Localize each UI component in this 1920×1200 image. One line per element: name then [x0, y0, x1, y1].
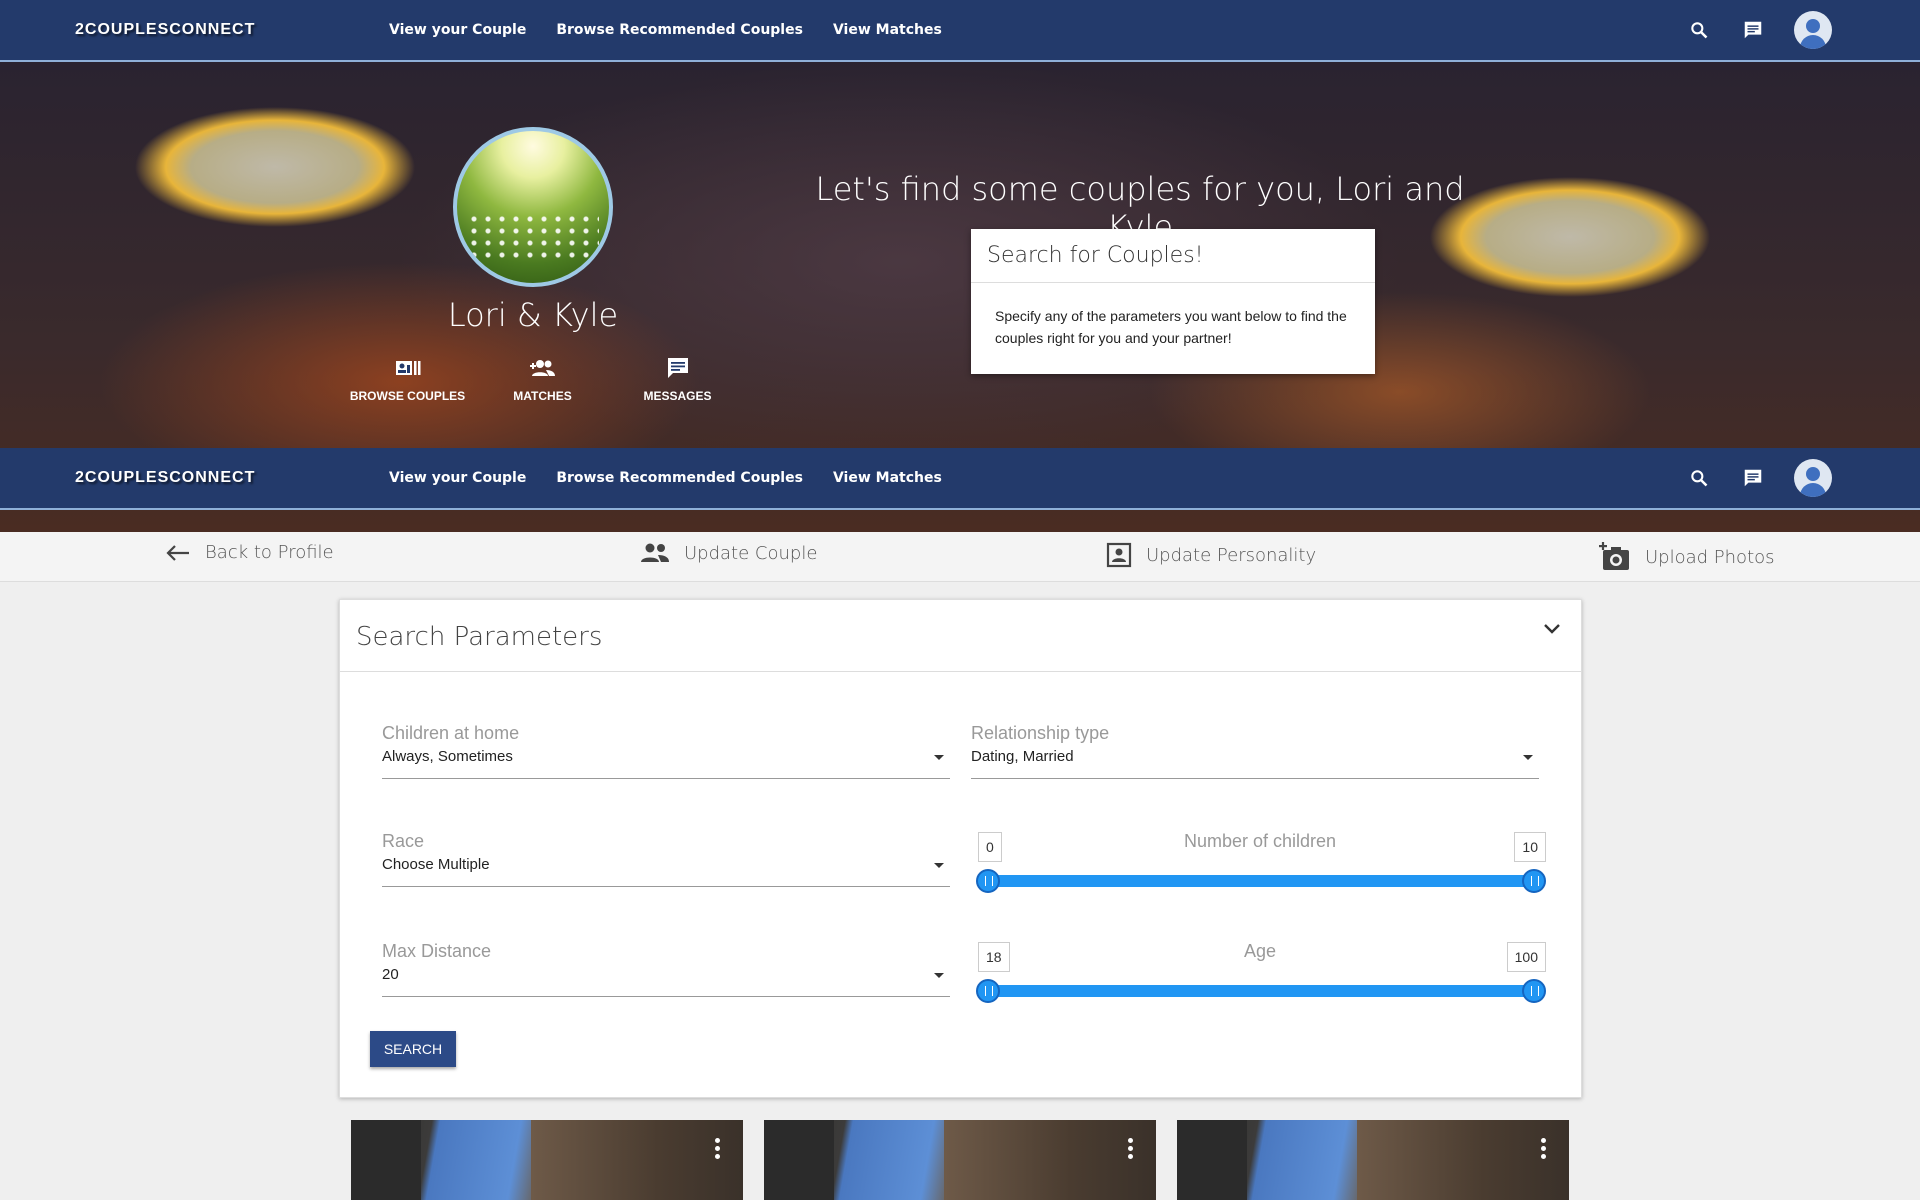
more-options-icon[interactable]	[1128, 1138, 1134, 1162]
tab-update-personality[interactable]: Update Personality	[1106, 542, 1316, 568]
nav-icons	[1686, 459, 1832, 497]
account-avatar[interactable]	[1794, 11, 1832, 49]
dropdown-caret-icon	[934, 863, 944, 868]
nav-links: View your Couple Browse Recommended Coup…	[389, 22, 942, 38]
search-parameters-panel: Search Parameters Children at home Alway…	[339, 599, 1582, 1098]
couple-profile-photo[interactable]	[453, 127, 613, 287]
quick-links: BROWSE COUPLES MATCHES MESSAGES	[340, 357, 745, 405]
nav-link-view-matches[interactable]: View Matches	[833, 470, 942, 486]
search-info-body: Specify any of the parameters you want b…	[995, 308, 1347, 346]
arrow-left-icon	[166, 544, 189, 561]
relationship-type-select[interactable]: Relationship type Dating, Married	[971, 723, 1539, 779]
nav-link-browse-recommended[interactable]: Browse Recommended Couples	[556, 22, 803, 38]
portrait-icon	[1106, 542, 1132, 568]
race-select[interactable]: Race Choose Multiple	[382, 831, 950, 887]
age-slider: Age 18 100	[976, 941, 1546, 1003]
couple-result-card[interactable]	[764, 1120, 1156, 1200]
slider-track[interactable]	[986, 985, 1534, 997]
couple-result-card[interactable]	[1177, 1120, 1569, 1200]
top-navbar: 2COUPLESCONNECT View your Couple Browse …	[0, 0, 1920, 62]
search-info-title: Search for Couples!	[971, 229, 1375, 283]
slider-max-value: 100	[1506, 942, 1546, 972]
add-photo-icon	[1599, 542, 1629, 570]
account-avatar[interactable]	[1794, 459, 1832, 497]
nav-link-browse-recommended[interactable]: Browse Recommended Couples	[556, 470, 803, 486]
children-at-home-select[interactable]: Children at home Always, Sometimes	[382, 723, 950, 779]
nav-link-view-matches[interactable]: View Matches	[833, 22, 942, 38]
slider-track[interactable]	[986, 875, 1534, 887]
people-icon	[641, 543, 669, 562]
brand-logo[interactable]: 2COUPLESCONNECT	[75, 21, 255, 39]
number-of-children-slider: Number of children 0 10	[976, 831, 1546, 893]
slider-min-value: 0	[978, 832, 1002, 862]
search-icon[interactable]	[1686, 465, 1712, 491]
tab-upload-photos[interactable]: Upload Photos	[1599, 542, 1775, 572]
profile-tab-bar: Back to Profile Update Couple Update Per…	[0, 532, 1920, 582]
quick-link-messages[interactable]: MESSAGES	[610, 357, 745, 405]
chat-icon[interactable]	[1740, 17, 1766, 43]
sticky-navbar: 2COUPLESCONNECT View your Couple Browse …	[0, 448, 1920, 510]
search-icon[interactable]	[1686, 17, 1712, 43]
dropdown-caret-icon	[934, 755, 944, 760]
more-options-icon[interactable]	[1541, 1138, 1547, 1162]
couple-result-card[interactable]	[351, 1120, 743, 1200]
quick-link-browse-couples[interactable]: BROWSE COUPLES	[340, 357, 475, 405]
search-parameters-title: Search Parameters	[356, 622, 603, 652]
nav-link-view-couple[interactable]: View your Couple	[389, 470, 526, 486]
more-options-icon[interactable]	[715, 1138, 721, 1162]
slider-min-value: 18	[978, 942, 1010, 972]
tab-update-couple[interactable]: Update Couple	[640, 542, 817, 564]
messages-icon	[667, 358, 688, 378]
max-distance-select[interactable]: Max Distance 20	[382, 941, 950, 997]
nav-link-view-couple[interactable]: View your Couple	[389, 22, 526, 38]
dropdown-caret-icon	[1523, 755, 1533, 760]
brand-logo[interactable]: 2COUPLESCONNECT	[75, 469, 255, 487]
slider-min-handle[interactable]	[976, 869, 1000, 893]
quick-link-matches[interactable]: MATCHES	[475, 357, 610, 405]
slider-max-value: 10	[1514, 832, 1546, 862]
tab-back-to-profile[interactable]: Back to Profile	[165, 542, 334, 563]
search-info-card: Search for Couples! Specify any of the p…	[971, 229, 1375, 374]
matches-icon	[529, 360, 555, 376]
search-button[interactable]: SEARCH	[370, 1031, 456, 1067]
nav-icons	[1686, 11, 1832, 49]
couple-name: Lori & Kyle	[447, 296, 619, 334]
browse-couples-icon	[395, 361, 420, 375]
chat-icon[interactable]	[1740, 465, 1766, 491]
dropdown-caret-icon	[934, 973, 944, 978]
search-parameters-header[interactable]: Search Parameters	[340, 600, 1581, 672]
chevron-down-icon[interactable]	[1543, 622, 1561, 636]
slider-min-handle[interactable]	[976, 979, 1000, 1003]
slider-max-handle[interactable]	[1522, 979, 1546, 1003]
slider-max-handle[interactable]	[1522, 869, 1546, 893]
nav-links: View your Couple Browse Recommended Coup…	[389, 470, 942, 486]
